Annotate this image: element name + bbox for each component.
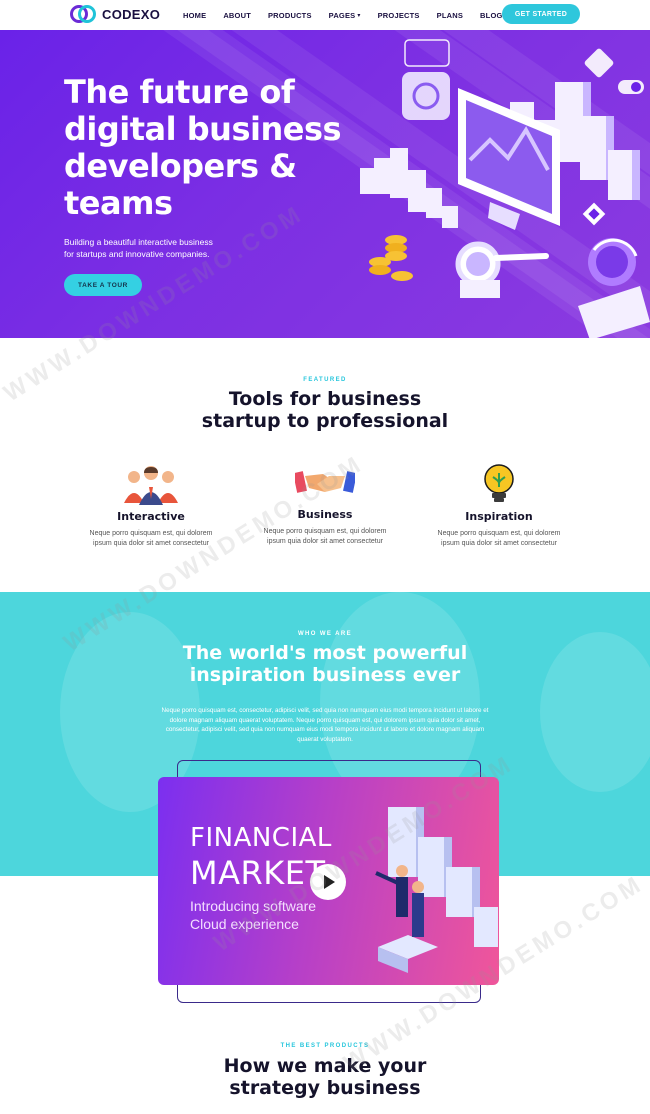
feature-title: Business: [297, 508, 353, 521]
team-icon: [66, 462, 236, 506]
best-title-line: How we make your: [223, 1055, 427, 1077]
best-products-title: How we make your strategy business: [0, 1055, 650, 1099]
top-navbar: CODEXO HOME ABOUT PRODUCTS PAGES ▾ PROJEC…: [0, 0, 650, 30]
hero-subtitle: Building a beautiful interactive busines…: [64, 236, 244, 260]
brand-name: CODEXO: [102, 6, 161, 22]
lightbulb-icon: [414, 462, 584, 506]
hero-isometric-illustration: [360, 39, 650, 338]
page: CODEXO HOME ABOUT PRODUCTS PAGES ▾ PROJEC…: [0, 0, 650, 1114]
video-subtitle-line: Introducing software: [190, 898, 317, 914]
feature-description: Neque porro quisquam est, qui dolorem ip…: [240, 527, 410, 547]
featured-title-line: Tools for business: [228, 388, 422, 410]
video-headline-line: MARKET: [190, 854, 326, 892]
feature-title: Inspiration: [465, 510, 533, 523]
featured-title: Tools for business startup to profession…: [0, 388, 650, 432]
feature-title: Interactive: [117, 510, 185, 523]
hero-subtitle-line: Building a beautiful interactive busines…: [64, 237, 213, 247]
feature-card-interactive: Interactive Neque porro quisquam est, qu…: [66, 462, 236, 549]
take-a-tour-button[interactable]: TAKE A TOUR: [64, 274, 142, 296]
feature-description-line: Neque porro quisquam est, qui dolorem: [89, 530, 213, 537]
hero-section: The future of digital business developer…: [0, 30, 650, 338]
nav-item-projects[interactable]: PROJECTS: [378, 11, 420, 20]
who-title-line: inspiration business ever: [189, 664, 461, 686]
play-icon: [324, 875, 335, 889]
nav-item-products[interactable]: PRODUCTS: [268, 11, 312, 20]
get-started-button[interactable]: GET STARTED: [502, 4, 580, 24]
hero-title-line: digital business: [64, 110, 342, 148]
feature-description: Neque porro quisquam est, qui dolorem ip…: [414, 529, 584, 549]
video-isometric-illustration: [375, 807, 498, 973]
nav-label: ABOUT: [223, 10, 251, 20]
play-button[interactable]: [310, 864, 346, 900]
logo-rings-icon: [70, 5, 96, 23]
nav-label: PLANS: [436, 10, 464, 20]
who-we-are-body: Neque porro quisquam est, consectetur, a…: [161, 707, 489, 743]
handshake-icon: [240, 460, 410, 504]
feature-card-inspiration: Inspiration Neque porro quisquam est, qu…: [414, 462, 584, 549]
nav-item-pages[interactable]: PAGES ▾: [329, 11, 361, 20]
nav-item-plans[interactable]: PLANS: [437, 11, 463, 20]
who-title-line: The world's most powerful: [182, 642, 468, 664]
feature-description-line: Neque porro quisquam est, qui dolorem: [263, 528, 387, 535]
hero-title-line: teams: [64, 184, 173, 222]
feature-card-business: Business Neque porro quisquam est, qui d…: [240, 460, 410, 547]
caret-down-icon: ▾: [357, 12, 361, 19]
video-headline-line: FINANCIAL: [190, 823, 332, 853]
hero-title-line: developers &: [64, 147, 297, 185]
featured-tag: FEATURED: [303, 377, 347, 383]
nav-item-about[interactable]: ABOUT: [223, 11, 251, 20]
hero-title-line: The future of: [64, 73, 295, 111]
best-products-tag: THE BEST PRODUCTS: [280, 1043, 370, 1049]
hero-title: The future of digital business developer…: [64, 74, 374, 222]
feature-description-line: ipsum quia dolor sit amet consectetur: [441, 540, 557, 547]
nav-label: PRODUCTS: [267, 10, 312, 20]
who-we-are-title: The world's most powerful inspiration bu…: [0, 642, 650, 686]
main-menu: HOME ABOUT PRODUCTS PAGES ▾ PROJECTS PLAN…: [183, 0, 513, 30]
hero-subtitle-line: for startups and innovative companies.: [64, 249, 210, 259]
featured-title-line: startup to professional: [201, 410, 449, 432]
feature-description-line: Neque porro quisquam est, qui dolorem: [437, 530, 561, 537]
best-title-line: strategy business: [229, 1077, 421, 1099]
feature-description-line: ipsum quia dolor sit amet consectetur: [93, 540, 209, 547]
nav-label: PAGES: [328, 10, 356, 20]
who-we-are-tag: WHO WE ARE: [297, 631, 353, 637]
video-subtitle-line: Cloud experience: [190, 916, 299, 932]
nav-item-home[interactable]: HOME: [183, 11, 206, 20]
feature-description: Neque porro quisquam est, qui dolorem ip…: [66, 529, 236, 549]
video-subtitle: Introducing software Cloud experience: [190, 897, 316, 933]
nav-label: PROJECTS: [377, 10, 420, 20]
feature-description-line: ipsum quia dolor sit amet consectetur: [267, 538, 383, 545]
nav-label: HOME: [183, 10, 207, 20]
brand-logo[interactable]: CODEXO: [70, 5, 160, 23]
